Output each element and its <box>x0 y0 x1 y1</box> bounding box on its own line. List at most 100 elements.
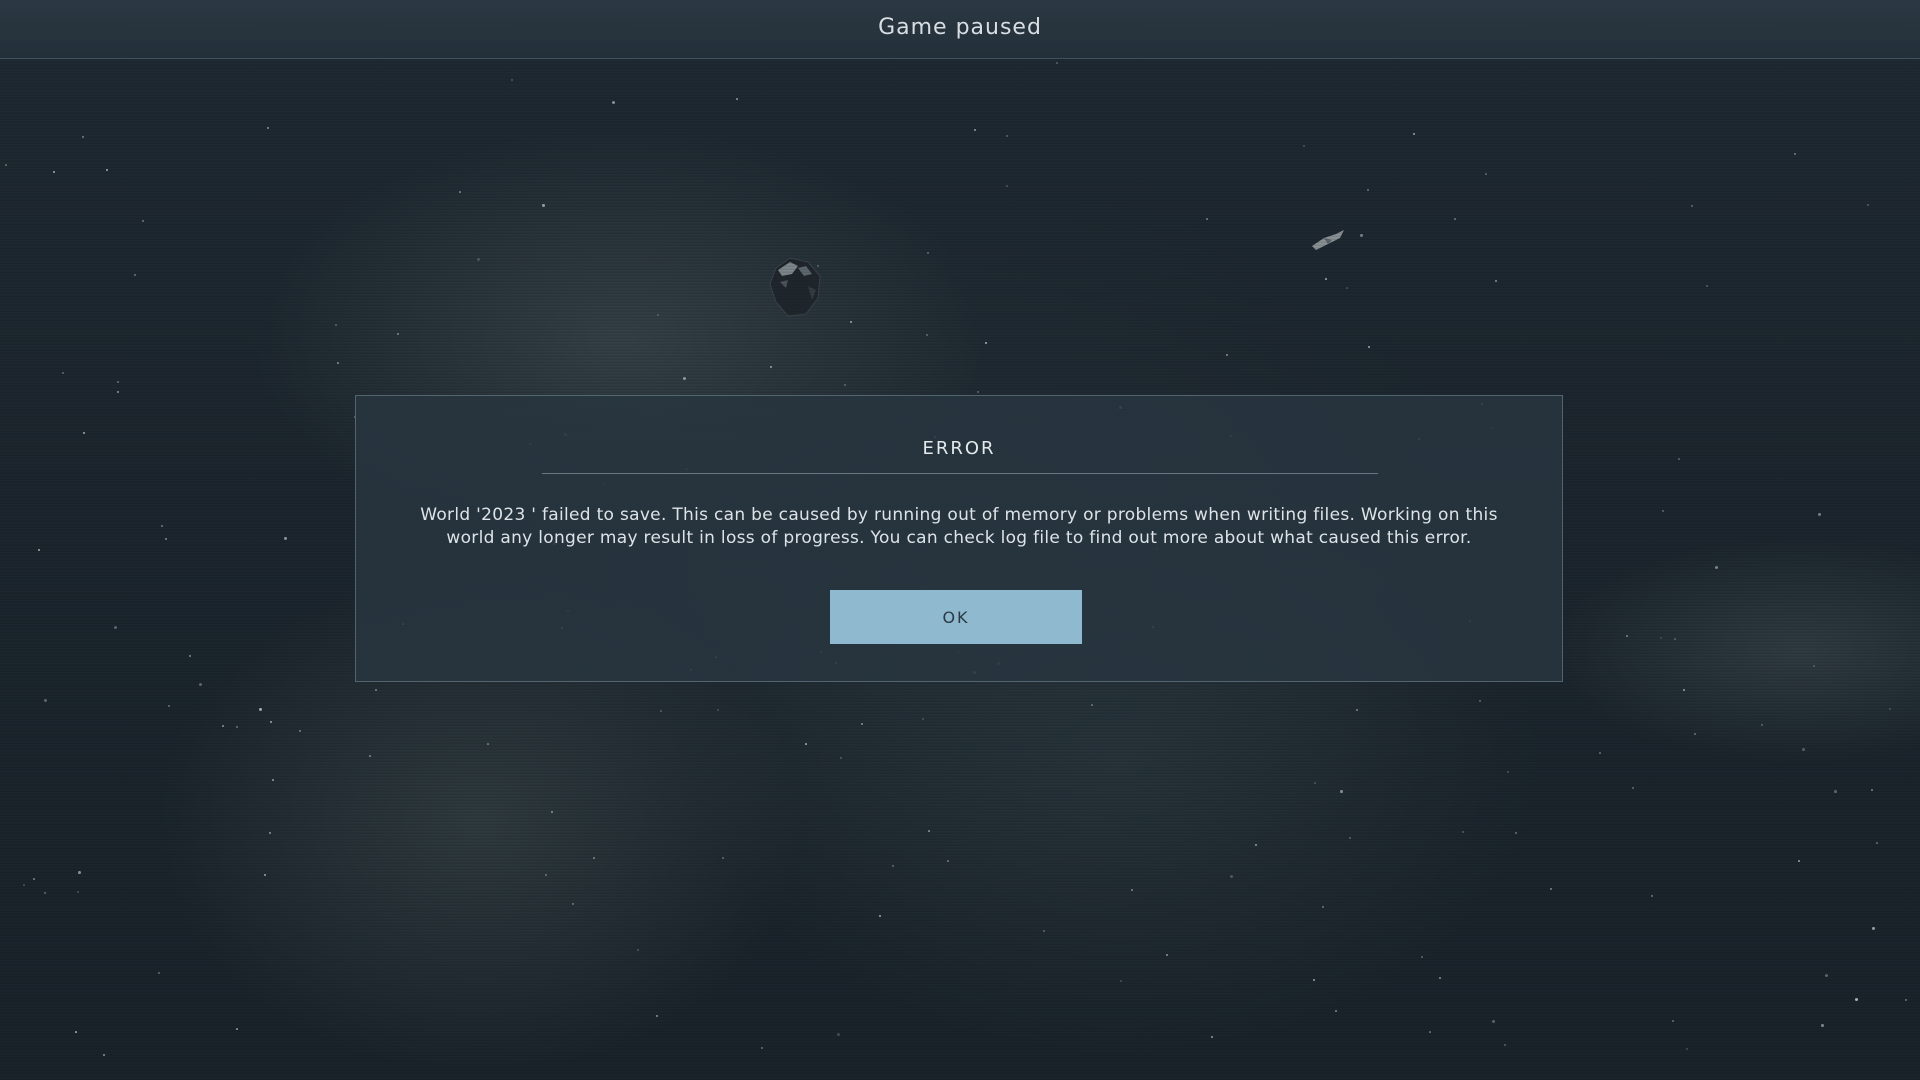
star <box>199 683 202 686</box>
star <box>1413 133 1415 135</box>
star <box>1211 1036 1213 1038</box>
star <box>805 743 807 745</box>
star <box>977 391 979 393</box>
star <box>1226 354 1228 356</box>
star <box>23 884 25 886</box>
star <box>161 525 163 527</box>
star <box>1706 285 1708 287</box>
star <box>267 127 269 129</box>
star <box>53 171 55 173</box>
star <box>593 857 595 859</box>
star <box>1495 280 1497 282</box>
star <box>722 857 724 859</box>
star <box>1798 860 1800 862</box>
game-paused-title: Game paused <box>878 15 1042 40</box>
asteroid-icon <box>769 257 821 317</box>
star <box>1507 771 1509 773</box>
star <box>717 709 719 711</box>
star <box>1678 458 1680 460</box>
star <box>974 129 976 131</box>
star <box>761 1047 763 1049</box>
star <box>1686 1048 1688 1050</box>
star <box>1313 979 1315 981</box>
star <box>264 874 266 876</box>
star <box>83 432 85 434</box>
star <box>1368 346 1370 348</box>
star <box>5 164 7 166</box>
star <box>1255 844 1257 846</box>
star <box>736 98 738 100</box>
star <box>1439 977 1441 979</box>
star <box>44 892 46 894</box>
star <box>369 755 371 757</box>
star <box>1462 831 1464 833</box>
star <box>165 538 167 540</box>
star <box>1006 185 1008 187</box>
star <box>106 169 108 171</box>
star <box>1346 287 1348 289</box>
star <box>1818 513 1821 516</box>
star <box>1905 999 1907 1001</box>
star <box>1367 189 1369 191</box>
star <box>103 1054 105 1056</box>
star <box>459 191 461 193</box>
star <box>38 549 40 551</box>
star <box>1694 733 1696 735</box>
star <box>44 699 47 702</box>
star <box>1632 787 1634 789</box>
star <box>62 372 64 374</box>
star <box>78 871 81 874</box>
star <box>511 79 513 81</box>
star <box>158 972 160 974</box>
star <box>1889 708 1891 710</box>
star <box>1454 218 1456 220</box>
star <box>1421 956 1423 958</box>
star <box>1429 1031 1431 1033</box>
star <box>33 878 35 880</box>
star <box>850 321 852 323</box>
star <box>770 366 772 368</box>
star <box>1550 888 1552 890</box>
star <box>985 342 987 344</box>
error-dialog: ERROR World '2023 ' failed to save. This… <box>355 395 1563 682</box>
star <box>1867 204 1869 206</box>
star <box>551 811 553 813</box>
star <box>1091 704 1093 706</box>
star <box>1492 1020 1495 1023</box>
star <box>1834 790 1837 793</box>
star <box>1825 974 1828 977</box>
star <box>335 324 337 326</box>
star <box>1340 790 1343 793</box>
star <box>861 723 863 725</box>
star <box>660 710 662 712</box>
star <box>117 381 119 383</box>
dialog-divider <box>542 473 1378 474</box>
star <box>477 258 480 261</box>
star <box>1626 635 1628 637</box>
star <box>1794 153 1796 155</box>
star <box>270 721 272 723</box>
star <box>542 204 545 207</box>
star <box>1166 954 1168 956</box>
star <box>75 1031 77 1033</box>
star <box>1599 752 1601 754</box>
star <box>1876 842 1878 844</box>
star <box>545 874 547 876</box>
star <box>272 779 274 781</box>
debris-icon <box>1312 230 1344 250</box>
star <box>892 865 894 867</box>
dialog-message: World '2023 ' failed to save. This can b… <box>420 505 1498 548</box>
star <box>637 949 639 951</box>
top-bar: Game paused <box>0 0 1920 59</box>
ok-button[interactable]: OK <box>830 590 1082 644</box>
star <box>236 726 238 728</box>
star <box>1821 1024 1824 1027</box>
star <box>927 252 929 254</box>
star <box>222 725 224 727</box>
star <box>1325 278 1327 280</box>
star <box>134 274 136 276</box>
dialog-title: ERROR <box>922 438 996 459</box>
star <box>1683 689 1685 691</box>
star <box>1230 875 1233 878</box>
star <box>1662 510 1664 512</box>
